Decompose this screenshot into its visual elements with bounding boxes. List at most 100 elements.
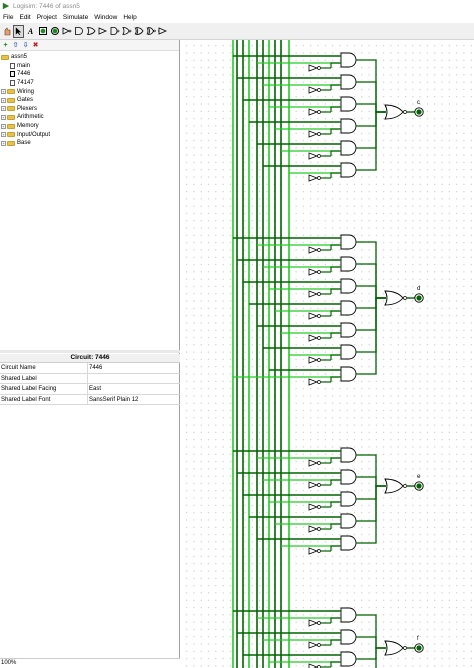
nor-gate-icon[interactable]: [121, 25, 132, 38]
inverter-output-wire: [330, 479, 341, 485]
inverter-output-wire: [330, 617, 341, 623]
expand-icon[interactable]: +: [1, 140, 6, 146]
tree-library-wiring[interactable]: + Wiring: [0, 87, 179, 96]
inverter-bubble: [317, 176, 321, 180]
menu-window[interactable]: Window: [91, 14, 120, 21]
poke-tool-icon[interactable]: [1, 25, 12, 38]
pane-splitter[interactable]: [0, 350, 180, 353]
attr-value-shared-label[interactable]: [88, 374, 180, 384]
and-gate-icon[interactable]: [73, 25, 84, 38]
inverter-output-wire: [330, 376, 341, 382]
expand-icon[interactable]: +: [1, 106, 6, 112]
input-pin-icon[interactable]: [37, 25, 48, 38]
menu-edit[interactable]: Edit: [16, 14, 33, 21]
inverter-bubble: [317, 66, 321, 70]
menu-project[interactable]: Project: [34, 14, 60, 21]
and-gate-icon: [340, 322, 357, 338]
move-down-icon[interactable]: ⇩: [21, 41, 30, 50]
menu-bar: File Edit Project Simulate Window Help: [0, 12, 474, 23]
not-gate-icon: [308, 356, 319, 364]
explorer-pane: + ⇧ ⇩ ✖ assn5 main 7446 74147 + Wiring +: [0, 40, 180, 658]
odd-parity-icon[interactable]: [157, 25, 168, 38]
circuit-icon: [10, 71, 15, 78]
buffer-gate-icon[interactable]: [97, 25, 108, 38]
tree-circuit-7446[interactable]: 7446: [0, 70, 179, 79]
tree-library-arithmetic[interactable]: + Arithmetic: [0, 113, 179, 122]
expand-icon[interactable]: +: [1, 132, 6, 138]
or-output-bubble: [403, 646, 407, 650]
delete-circuit-icon[interactable]: ✖: [31, 41, 40, 50]
expand-icon[interactable]: +: [1, 89, 6, 95]
inverter-bubble: [317, 110, 321, 114]
gate-output-wire: [356, 297, 386, 375]
attr-value-circuit-name[interactable]: 7446: [88, 363, 180, 373]
not-gate-icon: [308, 525, 319, 533]
gate-output-wire: [356, 454, 386, 487]
circuit-icon: [10, 62, 15, 69]
inverter-bubble: [317, 336, 321, 340]
gate-output-wire: [356, 297, 386, 331]
add-circuit-icon[interactable]: +: [1, 41, 10, 50]
circuit-canvas[interactable]: c d e f: [181, 40, 474, 668]
folder-icon: [7, 89, 15, 95]
inverter-output-wire: [330, 661, 341, 667]
tree-library-gates[interactable]: + Gates: [0, 96, 179, 105]
tree-library-plexers[interactable]: + Plexers: [0, 105, 179, 114]
text-tool-icon[interactable]: A: [25, 25, 36, 38]
or-gate-icon: [384, 640, 404, 656]
gate-output-wire: [356, 111, 386, 127]
tree-circuit-main[interactable]: main: [0, 62, 179, 71]
gate-output-wire: [356, 476, 386, 487]
output-pin-value: [416, 483, 422, 489]
menu-simulate[interactable]: Simulate: [60, 14, 91, 21]
and-gate-icon: [340, 651, 357, 667]
and-gate-icon: [340, 513, 357, 529]
tree-library-memory[interactable]: + Memory: [0, 122, 179, 131]
inverter-output-wire: [330, 639, 341, 645]
tree-project[interactable]: assn5: [0, 53, 179, 62]
xor-gate-icon[interactable]: [133, 25, 144, 38]
xnor-gate-icon[interactable]: [145, 25, 156, 38]
gate-output-wire: [356, 297, 386, 353]
circuit-diagram[interactable]: [181, 40, 474, 668]
output-pin-icon[interactable]: [49, 25, 60, 38]
select-tool-icon[interactable]: [13, 24, 24, 38]
zoom-level[interactable]: 100%: [0, 658, 180, 668]
and-gate-icon: [340, 447, 357, 463]
attr-value-shared-label-font[interactable]: SansSerif Plain 12: [88, 395, 180, 405]
expand-icon[interactable]: +: [1, 123, 6, 129]
nand-gate-icon[interactable]: [109, 25, 120, 38]
folder-icon: [1, 54, 9, 60]
inverter-bubble: [317, 643, 321, 647]
tree-circuit-label: 7446: [17, 71, 31, 78]
tree-library-base[interactable]: + Base: [0, 139, 179, 148]
not-gate-icon: [308, 268, 319, 276]
gate-output-wire: [356, 297, 386, 309]
not-gate-icon: [308, 378, 319, 386]
attribute-table-title: Circuit: 7446: [0, 354, 180, 363]
and-gate-icon: [340, 278, 357, 294]
expand-icon[interactable]: +: [1, 97, 6, 103]
inverter-output-wire: [330, 457, 341, 463]
expand-icon[interactable]: +: [1, 114, 6, 120]
output-label-f: f: [417, 636, 419, 642]
menu-file[interactable]: File: [0, 14, 16, 21]
move-up-icon[interactable]: ⇧: [11, 41, 20, 50]
inverter-output-wire: [330, 545, 341, 551]
or-gate-icon[interactable]: [85, 25, 96, 38]
or-output-bubble: [403, 296, 407, 300]
attr-value-shared-label-facing[interactable]: East: [88, 384, 180, 394]
inverter-output-wire: [330, 62, 341, 68]
gate-output-wire: [356, 636, 386, 649]
tree-library-label: Gates: [17, 97, 34, 104]
menu-help[interactable]: Help: [120, 14, 139, 21]
not-gate-icon[interactable]: [61, 25, 72, 38]
attr-row-shared-label-font: Shared Label Font SansSerif Plain 12: [0, 394, 180, 405]
tree-circuit-label: main: [17, 62, 31, 69]
inverter-bubble: [317, 154, 321, 158]
and-gate-icon: [340, 366, 357, 382]
tree-circuit-74147[interactable]: 74147: [0, 79, 179, 88]
gate-output-wire: [356, 81, 386, 113]
circuit-icon: [10, 80, 15, 87]
tree-library-input-output[interactable]: + Input/Output: [0, 130, 179, 139]
